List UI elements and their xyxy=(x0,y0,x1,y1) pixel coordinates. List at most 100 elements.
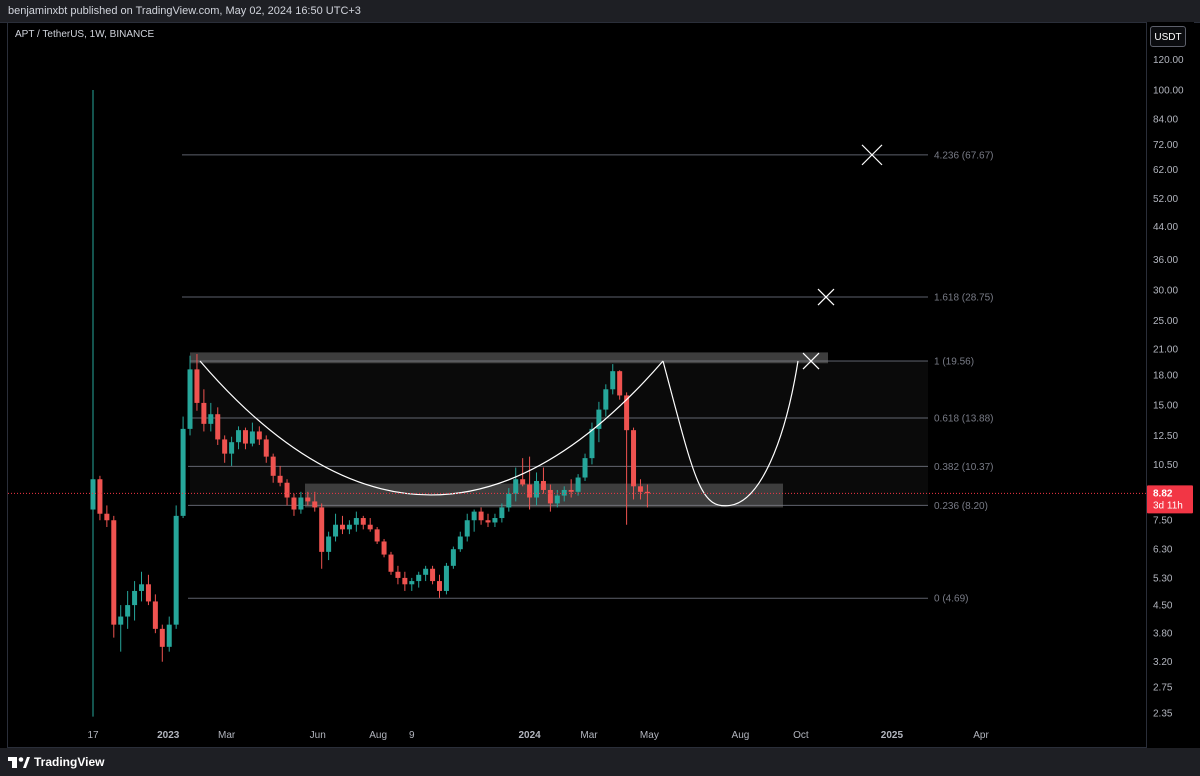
price-tick-label: 72.00 xyxy=(1153,140,1178,151)
price-tick-label: 10.50 xyxy=(1153,460,1178,471)
candle-body xyxy=(333,524,339,537)
time-tick-label: Oct xyxy=(793,730,809,741)
price-tick-label: 2.35 xyxy=(1153,709,1173,720)
tradingview-logo[interactable]: TradingView xyxy=(8,754,104,770)
time-tick-label: 9 xyxy=(409,730,415,741)
candle-body xyxy=(395,571,401,578)
candle-body xyxy=(381,541,387,555)
candle-body xyxy=(450,549,456,566)
candle-body xyxy=(582,458,588,478)
candle-body xyxy=(631,430,637,487)
price-tick-label: 30.00 xyxy=(1153,285,1178,296)
candle-body xyxy=(506,493,512,508)
candle-body xyxy=(132,590,138,606)
candle-body xyxy=(187,369,193,429)
candle-body xyxy=(527,484,533,498)
price-tick-label: 44.00 xyxy=(1153,222,1178,233)
current-price-countdown: 3d 11h xyxy=(1153,500,1183,511)
candle-body xyxy=(360,518,366,525)
candle-body xyxy=(201,402,207,424)
candle-body xyxy=(540,480,546,490)
candle-body xyxy=(457,536,463,550)
fib-level-label: 1 (19.56) xyxy=(934,357,974,368)
currency-button[interactable]: USDT xyxy=(1150,26,1186,47)
time-tick-label: 2024 xyxy=(518,730,541,741)
candle-body xyxy=(547,489,553,504)
candle-body xyxy=(180,428,186,516)
candle-body xyxy=(374,529,380,542)
tradingview-brand: TradingView xyxy=(34,755,105,769)
candle-body xyxy=(145,584,151,602)
candle-body xyxy=(575,477,581,492)
time-tick-label: 2023 xyxy=(157,730,180,741)
price-tick-label: 84.00 xyxy=(1153,114,1178,125)
candle-body xyxy=(520,479,526,485)
tradingview-logo-icon xyxy=(8,756,30,768)
candle-body xyxy=(319,507,325,552)
fib-level-label: 4.236 (67.67) xyxy=(934,150,994,161)
candle-body xyxy=(277,475,283,483)
symbol-legend[interactable]: APT / TetherUS, 1W, BINANCE xyxy=(15,29,154,40)
candle-body xyxy=(589,428,595,459)
price-tick-label: 2.75 xyxy=(1153,682,1173,693)
time-tick-label: Aug xyxy=(732,730,750,741)
candlestick-chart[interactable]: 4.236 (67.67) 1.618 (28.75) 1 (19.56) 0.618… xyxy=(0,0,1200,776)
candle-body xyxy=(298,497,304,510)
candle-body xyxy=(464,520,470,537)
candle-body xyxy=(173,515,179,625)
price-tick-label: 21.00 xyxy=(1153,345,1178,356)
price-tick-label: 52.00 xyxy=(1153,194,1178,205)
fib-retracement: 4.236 (67.67) 1.618 (28.75) 1 (19.56) 0.618… xyxy=(182,150,994,605)
candle-body xyxy=(270,456,276,476)
fib-level-label: 0 (4.69) xyxy=(934,594,968,605)
candle-body xyxy=(208,414,214,424)
price-tick-label: 15.00 xyxy=(1153,401,1178,412)
time-tick-label: Jun xyxy=(310,730,326,741)
price-tick-label: 25.00 xyxy=(1153,316,1178,327)
candle-body xyxy=(263,439,269,457)
candle-body xyxy=(215,414,221,440)
candle-body xyxy=(118,616,124,625)
price-tick-label: 3.80 xyxy=(1153,629,1173,640)
candle-body xyxy=(637,486,643,492)
price-tick-label: 3.20 xyxy=(1153,657,1173,668)
candle-body xyxy=(236,430,242,443)
candle-body xyxy=(104,513,110,521)
candle-body xyxy=(388,554,394,572)
candle-body xyxy=(561,489,567,496)
candle-body xyxy=(305,497,311,502)
price-tick-label: 36.00 xyxy=(1153,255,1178,266)
candle-body xyxy=(97,479,103,514)
candle-body xyxy=(423,568,429,575)
candle-body xyxy=(499,507,505,519)
time-tick-label: Apr xyxy=(973,730,989,741)
candle-body xyxy=(339,524,345,530)
candle-body xyxy=(554,495,560,504)
candle-body xyxy=(249,431,255,444)
candle-body xyxy=(513,479,519,494)
price-axis-labels: 120.00 100.00 84.00 72.00 62.00 52.00 44.00 36.… xyxy=(1153,55,1184,719)
candle-body xyxy=(125,605,131,617)
fib-level-label: 1.618 (28.75) xyxy=(934,293,994,304)
candle-body xyxy=(346,524,352,530)
resistance-zone xyxy=(190,352,828,364)
candle-body xyxy=(222,439,228,454)
price-tick-label: 62.00 xyxy=(1153,165,1178,176)
candle-body xyxy=(242,430,248,444)
candle-body xyxy=(492,518,498,523)
price-tick-label: 7.50 xyxy=(1153,516,1173,527)
candle-body xyxy=(159,628,165,647)
candle-body xyxy=(111,520,117,625)
candle-body xyxy=(471,511,477,521)
candle-body xyxy=(617,371,623,396)
candle-body xyxy=(194,369,200,403)
candle-body xyxy=(416,574,422,582)
time-axis-labels: 17 2023 Mar Jun Aug 9 2024 Mar May Aug Oct 2025 Apr xyxy=(87,730,989,741)
candle-body xyxy=(534,480,540,498)
candle-body xyxy=(256,431,262,440)
fib-level-label: 0.236 (8.20) xyxy=(934,501,988,512)
price-tick-label: 6.30 xyxy=(1153,545,1173,556)
price-tick-label: 12.50 xyxy=(1153,431,1178,442)
candle-body xyxy=(430,568,436,582)
candle-body xyxy=(443,565,449,591)
